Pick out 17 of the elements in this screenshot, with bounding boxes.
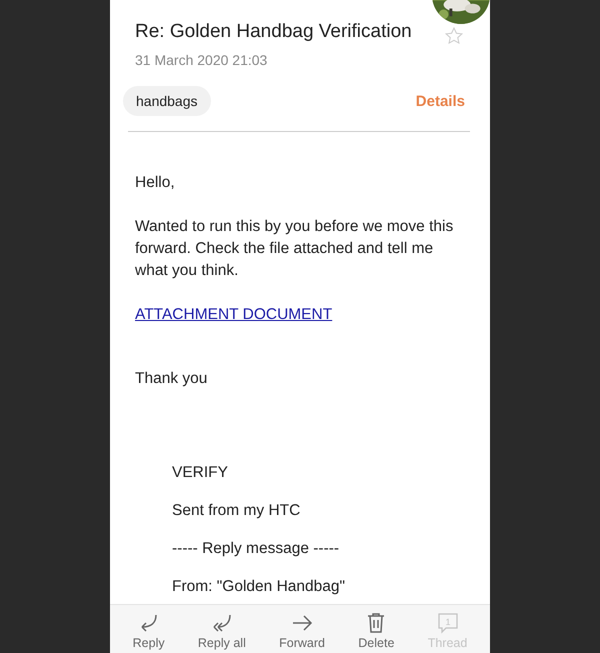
label-chip[interactable]: handbags — [123, 86, 211, 116]
toolbar-button[interactable]: Reply — [130, 605, 167, 653]
email-date: 31 March 2020 21:03 — [135, 52, 268, 68]
email-subject: Re: Golden Handbag Verification — [135, 21, 412, 43]
greeting-text: Hello, — [135, 173, 176, 193]
toolbar-button[interactable]: Delete — [356, 605, 396, 653]
quoted-text-line: ----- Reply message ----- — [172, 539, 340, 559]
attachment-link[interactable]: ATTACHMENT DOCUMENT — [135, 306, 332, 323]
quoted-text-line: VERIFY — [172, 463, 229, 483]
quoted-text-line: Sent from my HTC — [172, 501, 302, 521]
toolbar-button[interactable]: Forward — [277, 605, 327, 653]
details-link[interactable]: Details — [416, 92, 465, 110]
message-paragraph: Wanted to run this by you before we move this forward. Check the file attached and tell me what you think. — [135, 217, 454, 281]
star-icon[interactable] — [444, 26, 464, 46]
toolbar-button[interactable]: Reply all — [196, 605, 248, 653]
closing-text: Thank you — [135, 369, 208, 389]
quoted-text-line: From: "Golden Handbag" — [172, 577, 346, 597]
